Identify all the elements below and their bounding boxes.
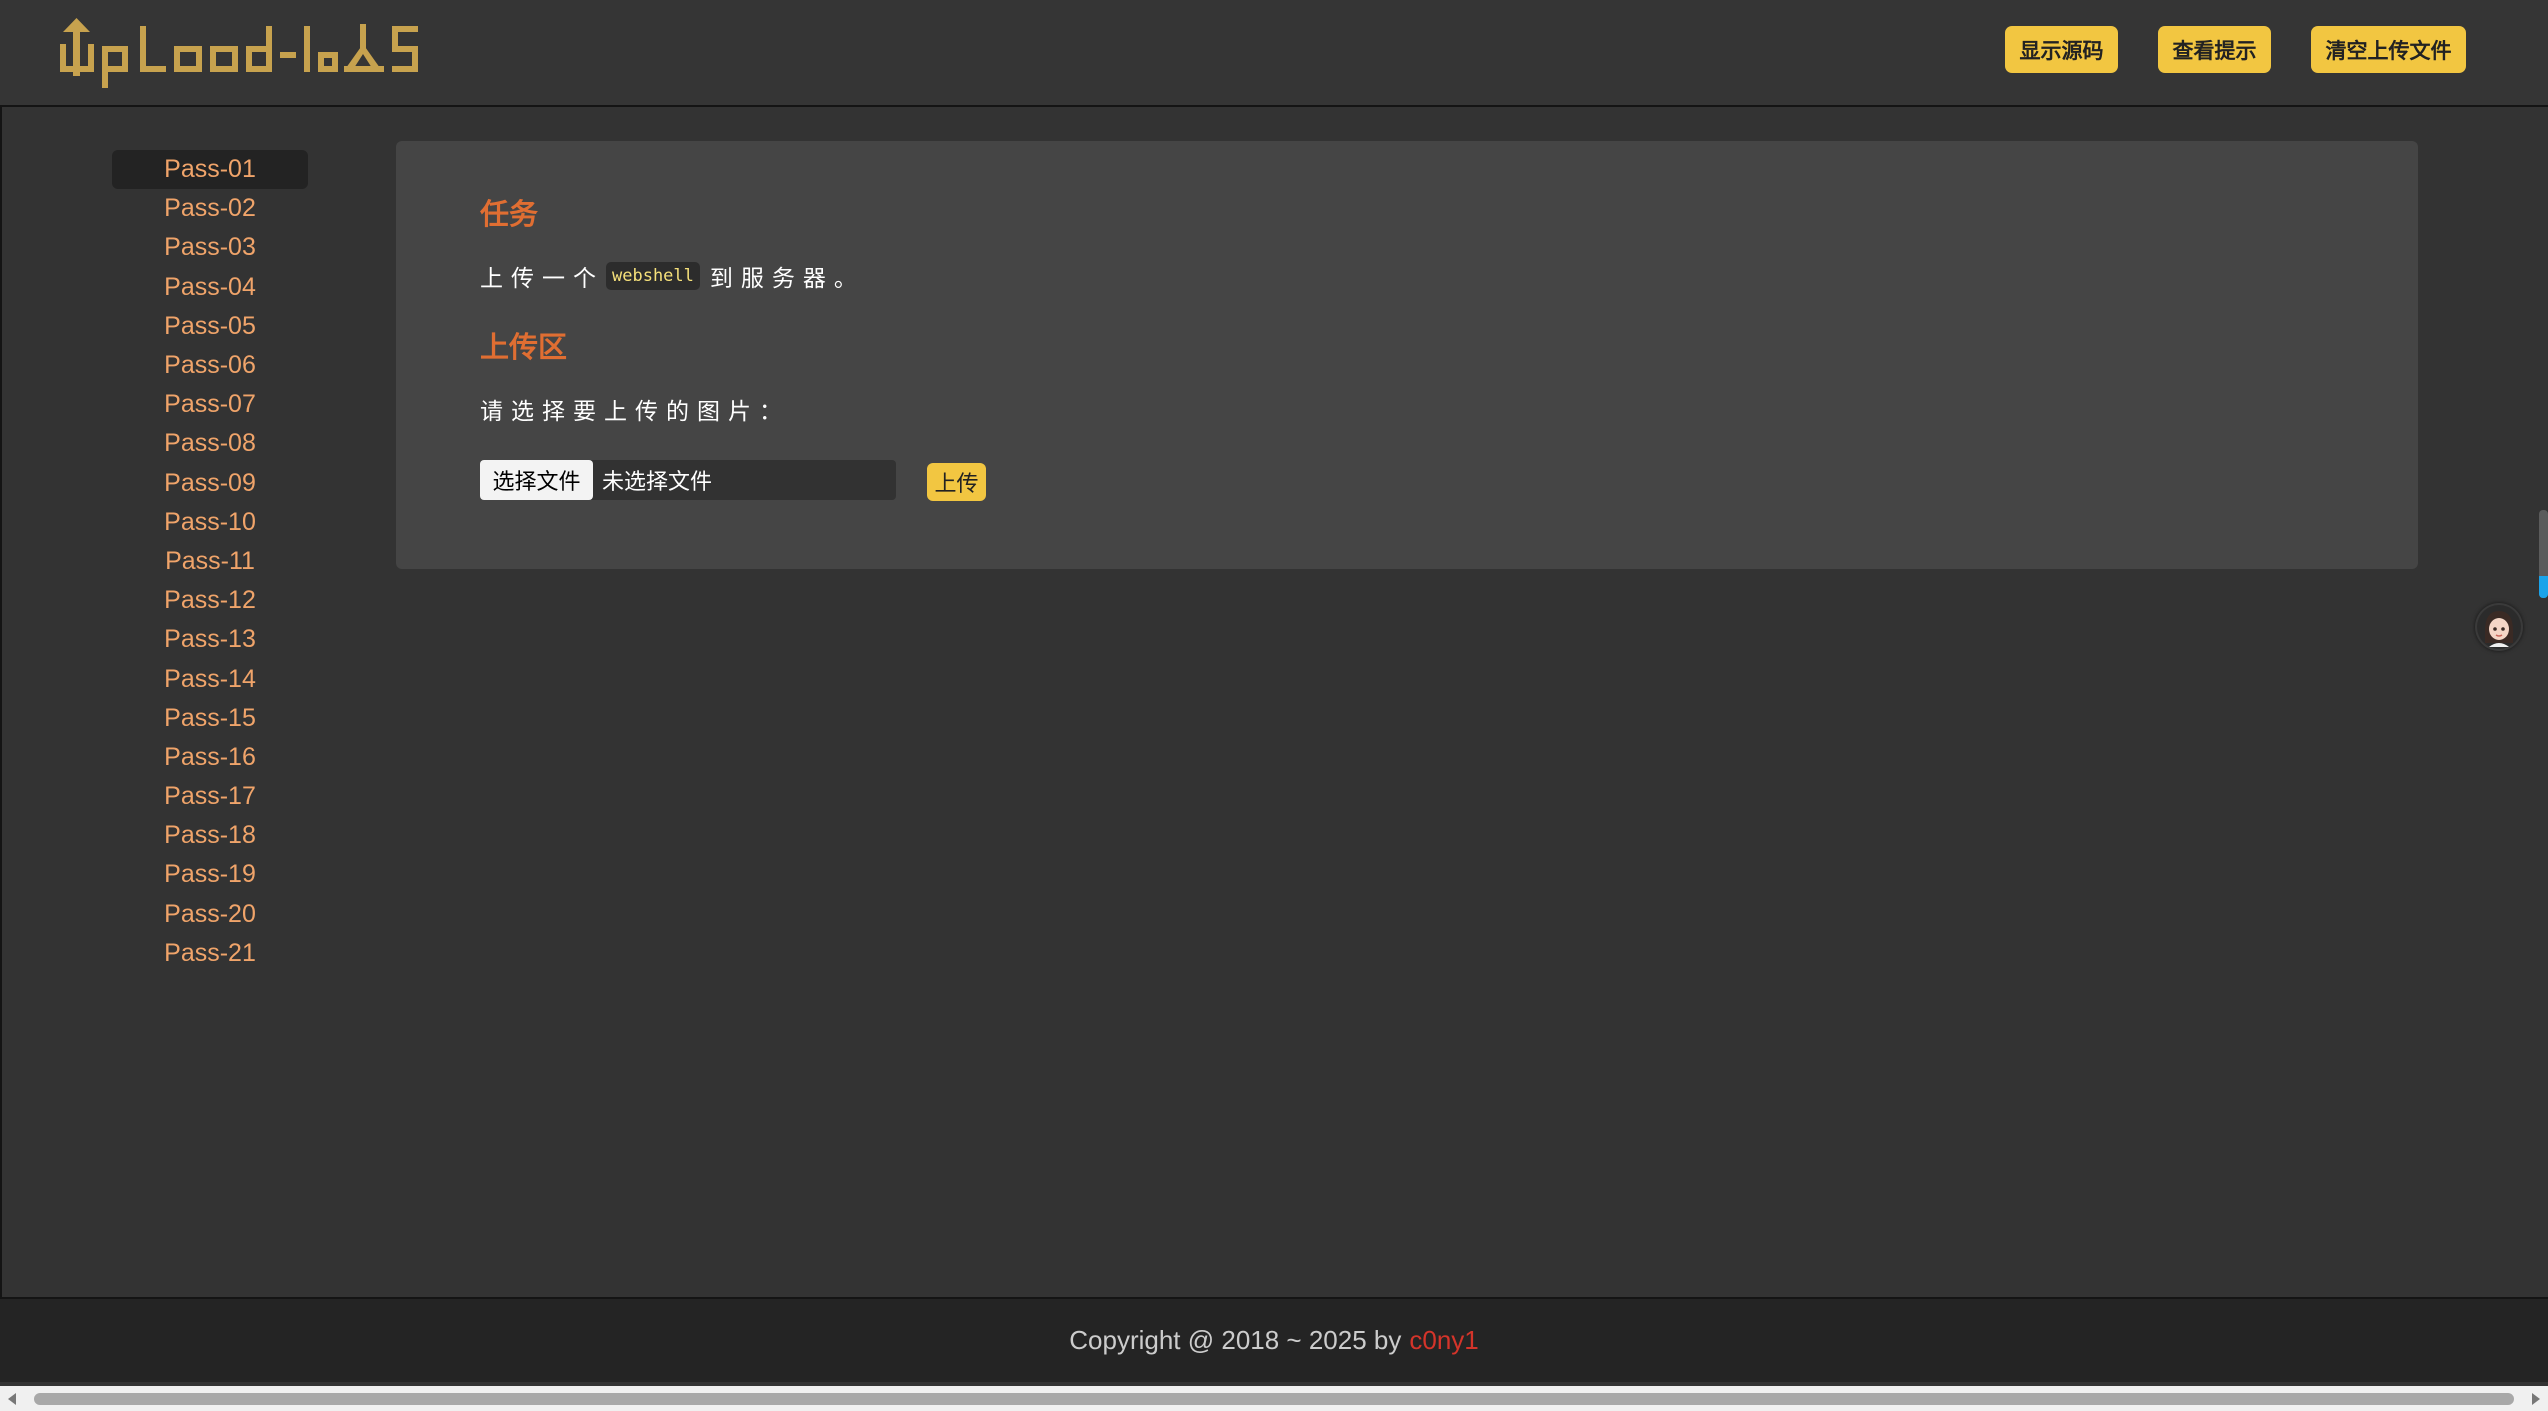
sidebar-nav: Pass-01 Pass-02 Pass-03 Pass-04 Pass-05 Pass-…: [112, 150, 308, 973]
upload-button[interactable]: 上传: [927, 463, 986, 501]
task-heading: 任务: [480, 199, 539, 231]
sidebar-item-pass-15[interactable]: Pass-15: [112, 699, 308, 738]
sidebar-item-pass-12[interactable]: Pass-12: [112, 581, 308, 620]
header: 显示源码 查看提示 清空上传文件: [0, 0, 2548, 107]
sidebar-item-pass-07[interactable]: Pass-07: [112, 385, 308, 424]
task-prefix: 上传一个: [480, 265, 604, 291]
sidebar-item-pass-20[interactable]: Pass-20: [112, 895, 308, 934]
choose-file-button[interactable]: 选择文件: [480, 460, 593, 500]
copyright-text: Copyright @ 2018 ~ 2025 by: [1069, 1325, 1402, 1355]
file-input[interactable]: 选择文件 未选择文件: [480, 460, 896, 500]
task-suffix: 到服务器。: [709, 265, 865, 291]
scrollbar-accent: [2539, 576, 2548, 598]
footer: Copyright @ 2018 ~ 2025 by c0ny1: [0, 1297, 2548, 1382]
sidebar-item-pass-21[interactable]: Pass-21: [112, 934, 308, 973]
sidebar-item-pass-02[interactable]: Pass-02: [112, 189, 308, 228]
sidebar-item-pass-11[interactable]: Pass-11: [112, 542, 308, 581]
sidebar-item-pass-10[interactable]: Pass-10: [112, 503, 308, 542]
sidebar-item-pass-08[interactable]: Pass-08: [112, 424, 308, 463]
sidebar-item-pass-19[interactable]: Pass-19: [112, 855, 308, 894]
sidebar-item-pass-13[interactable]: Pass-13: [112, 620, 308, 659]
task-code: webshell: [606, 262, 700, 290]
logo[interactable]: [58, 18, 438, 93]
scroll-left-icon[interactable]: [8, 1393, 16, 1405]
sidebar-item-pass-04[interactable]: Pass-04: [112, 268, 308, 307]
avatar-icon: [2477, 605, 2521, 649]
upload-heading: 上传区: [480, 332, 568, 364]
author-link[interactable]: c0ny1: [1409, 1325, 1478, 1356]
sidebar-item-pass-03[interactable]: Pass-03: [112, 228, 308, 267]
sidebar-item-pass-16[interactable]: Pass-16: [112, 738, 308, 777]
avatar-widget[interactable]: [2475, 603, 2523, 651]
show-source-button[interactable]: 显示源码: [2005, 26, 2118, 73]
sidebar-item-pass-09[interactable]: Pass-09: [112, 464, 308, 503]
logo-image: [60, 18, 418, 88]
sidebar-item-pass-06[interactable]: Pass-06: [112, 346, 308, 385]
horizontal-scrollbar[interactable]: [0, 1386, 2548, 1411]
upload-prompt: 请选择要上传的图片：: [480, 398, 790, 424]
sidebar-item-pass-01[interactable]: Pass-01: [112, 150, 308, 190]
vertical-scrollbar[interactable]: [2539, 510, 2548, 598]
clear-uploads-button[interactable]: 清空上传文件: [2311, 26, 2466, 73]
view-hint-button[interactable]: 查看提示: [2158, 26, 2271, 73]
page-border: [0, 107, 2, 1297]
sidebar-item-pass-17[interactable]: Pass-17: [112, 777, 308, 816]
main-panel: 任务 上传一个 webshell 到服务器。 上传区 请选择要上传的图片： 选择…: [396, 141, 2418, 569]
sidebar-item-pass-05[interactable]: Pass-05: [112, 307, 308, 346]
scroll-right-icon[interactable]: [2532, 1393, 2540, 1405]
task-description: 上传一个 webshell 到服务器。: [480, 259, 865, 293]
file-status: 未选择文件: [602, 469, 713, 494]
sidebar-item-pass-18[interactable]: Pass-18: [112, 816, 308, 855]
sidebar-item-pass-14[interactable]: Pass-14: [112, 659, 308, 698]
scrollbar-thumb[interactable]: [34, 1393, 2514, 1405]
